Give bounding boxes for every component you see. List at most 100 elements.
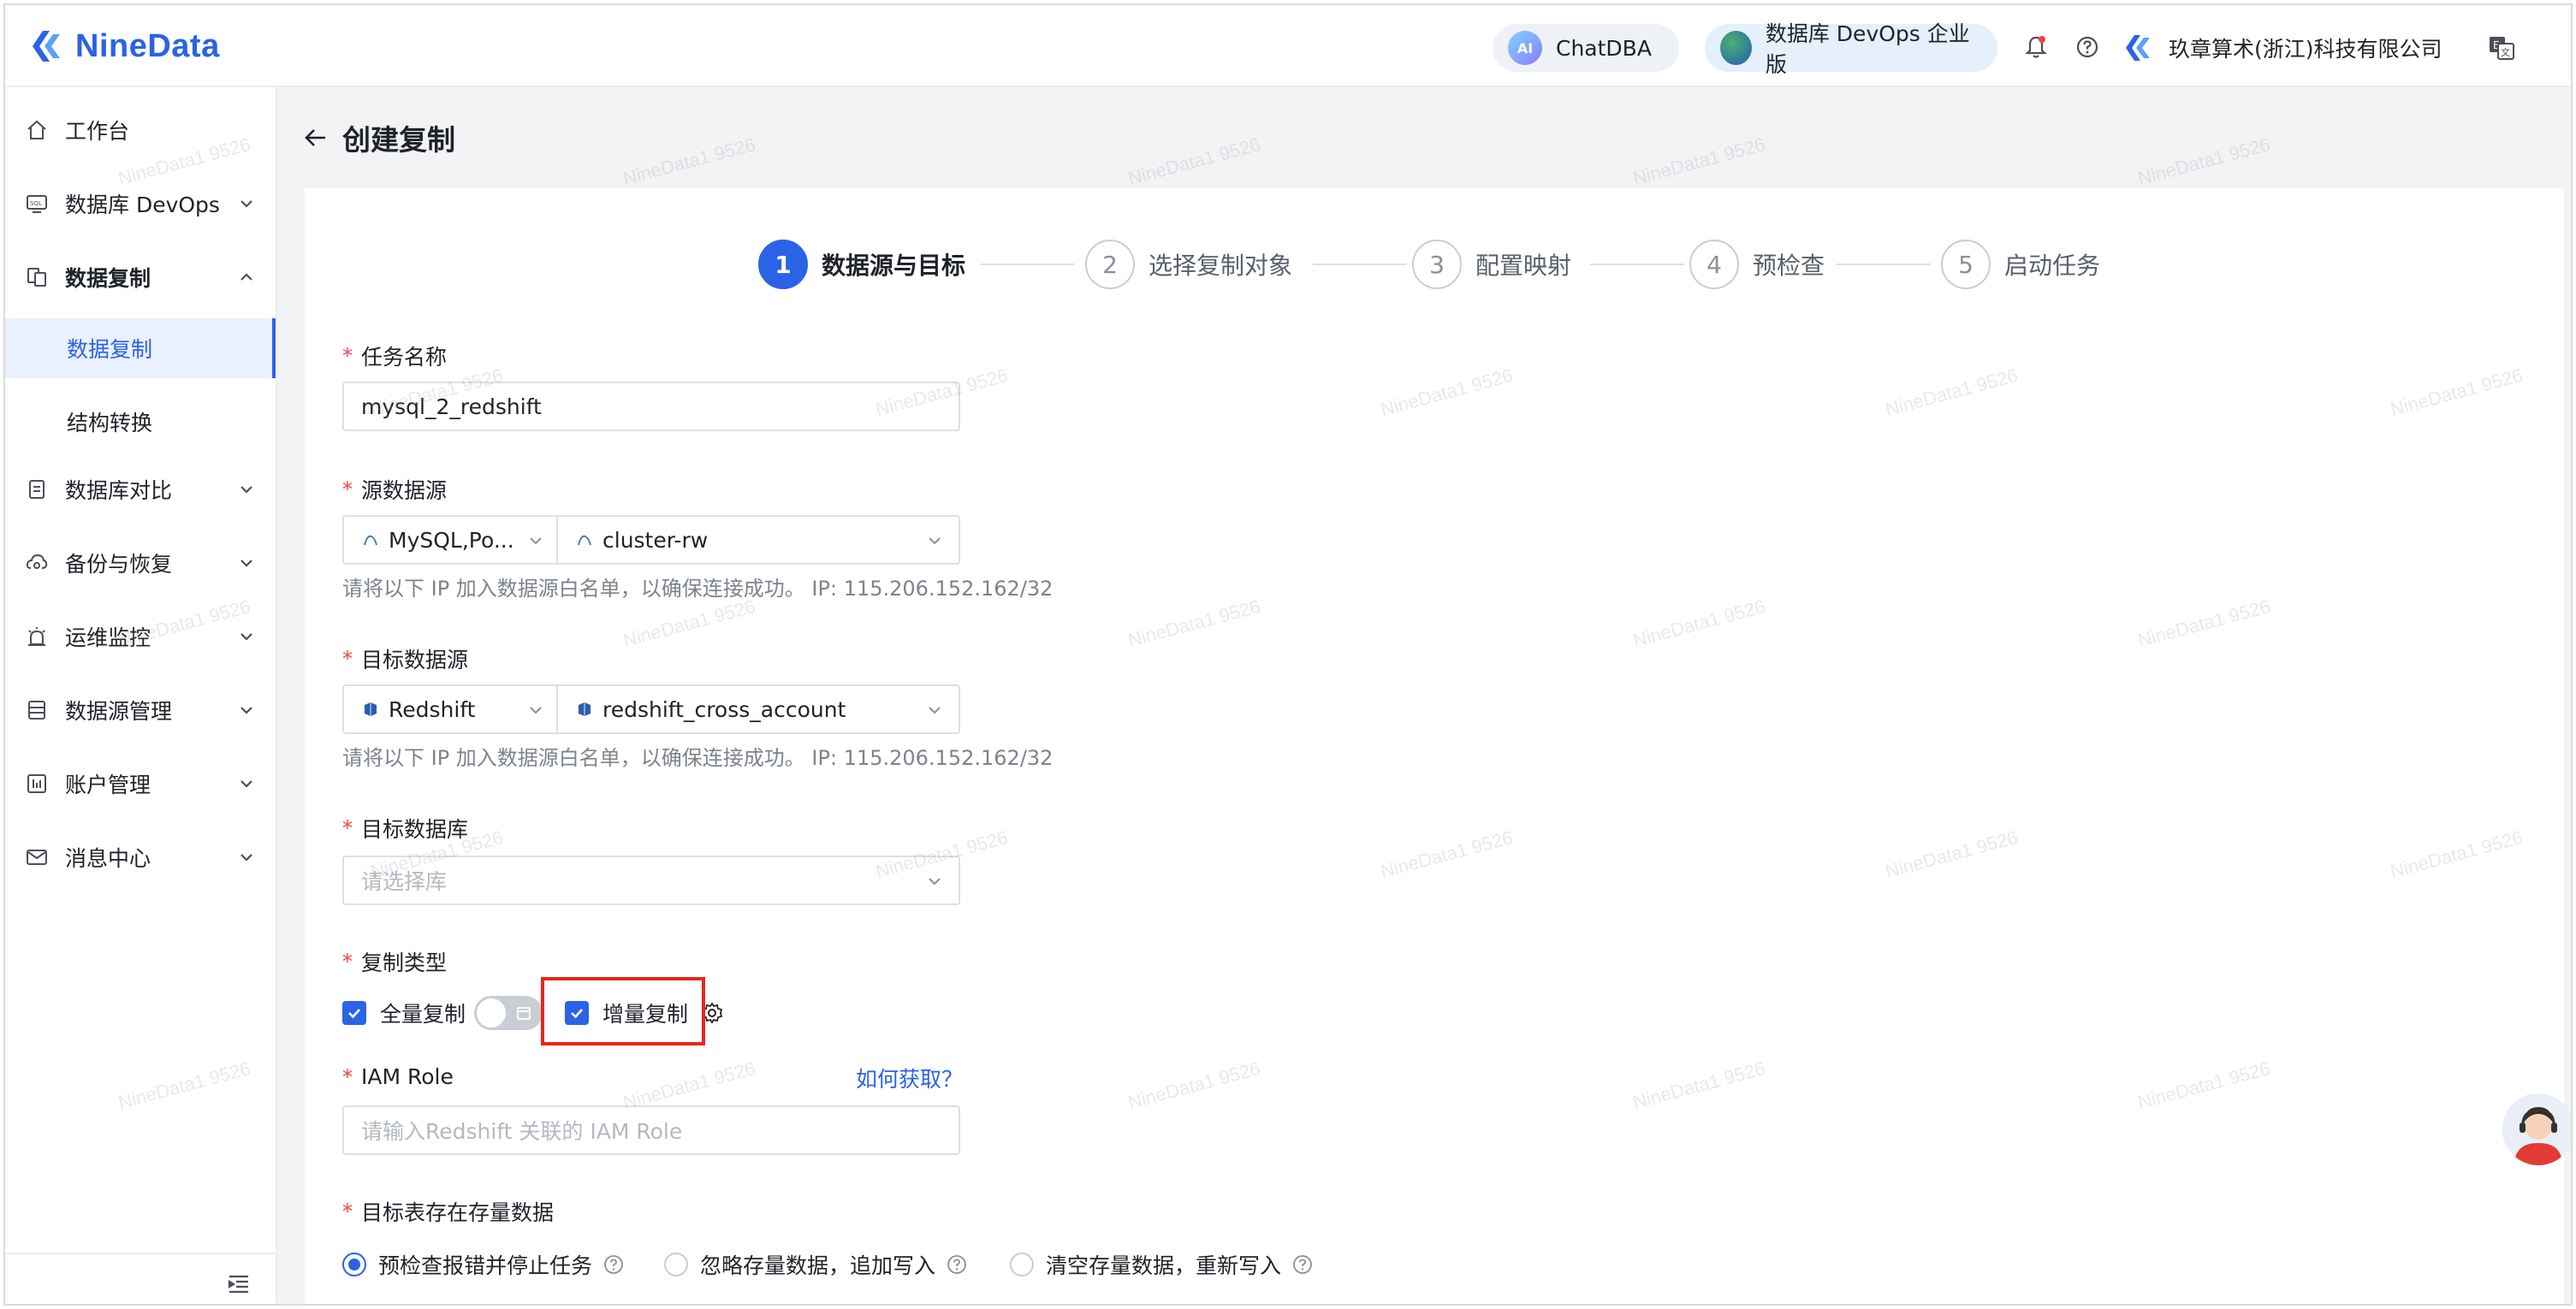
target-db-label: * 目标数据库 [342,813,468,844]
page-title: 创建复制 [301,116,455,159]
translate-icon[interactable]: En文 [2487,33,2516,62]
chevron-down-icon [240,633,252,641]
required-mark: * [342,950,353,974]
radio-button[interactable] [1010,1253,1034,1276]
source-selector: MySQL,Po... cluster-rw [342,515,960,565]
sidebar-item-replication[interactable]: 数据复制 [5,250,276,305]
globe-icon [1720,31,1752,65]
redshift-icon [575,700,594,719]
org-name: 玖章算术(浙江)科技有限公司 [2169,37,2442,62]
chevron-down-icon [240,486,252,494]
devops-edition-button[interactable]: 数据库 DevOps 企业版 [1705,21,1997,77]
sidebar-collapse-icon[interactable] [226,1271,252,1297]
task-name-input[interactable]: mysql_2_redshift [342,382,960,431]
devops-edition-label: 数据库 DevOps 企业版 [1765,21,1970,77]
radio-button[interactable] [664,1253,688,1276]
step-3: 3 配置映射 [1412,238,1571,291]
support-avatar[interactable] [2502,1093,2571,1165]
top-bar: NineData AI ChatDBA 数据库 DevOps 企业版 玖章算术(… [5,5,2571,87]
chevron-down-icon [530,707,542,714]
sidebar-item-backup[interactable]: 备份与恢复 [5,536,276,590]
sidebar-item-devops[interactable]: SQL 数据库 DevOps [5,176,276,231]
chevron-down-icon [240,200,252,208]
radio-button[interactable] [342,1253,366,1276]
sidebar-subitem-schema-convert[interactable]: 结构转换 [5,392,276,452]
sidebar-item-label: 数据库 DevOps [65,192,220,217]
source-type-select[interactable]: MySQL,Po... [344,517,558,563]
iam-role-label: * IAM Role [342,1064,454,1089]
chevron-down-icon [530,537,542,545]
sidebar-item-account[interactable]: 账户管理 [5,756,276,811]
help-icon[interactable] [2073,33,2102,62]
calendar-icon [517,1007,531,1020]
target-db-placeholder: 请选择库 [361,869,448,894]
help-icon[interactable] [602,1253,625,1276]
target-type-value: Redshift [389,696,476,722]
watermark-text: NineData1 9526 [1630,133,1768,190]
watermark-text: NineData1 9526 [1125,133,1263,190]
org-logo-icon [2126,35,2150,61]
step-2: 2 选择复制对象 [1085,238,1292,291]
step-label: 配置映射 [1475,252,1572,280]
step-label: 启动任务 [2004,252,2101,280]
organization-switcher[interactable]: 玖章算术(浙江)科技有限公司 [2122,29,2442,67]
existing-data-label: * 目标表存在存量数据 [342,1196,554,1227]
sidebar-item-datasource[interactable]: 数据源管理 [5,683,276,737]
page-title-text: 创建复制 [342,123,455,157]
chevron-down-icon [929,537,941,545]
target-whitelist-hint: 请将以下 IP 加入数据源白名单，以确保连接成功。 IP: 115.206.15… [342,746,1054,770]
replication-icon [24,264,50,290]
mail-icon [24,844,50,870]
sidebar-divider [5,1253,276,1254]
existing-data-option-clear[interactable]: 清空存量数据，重新写入 [1010,1249,1314,1280]
sidebar-item-monitoring[interactable]: 运维监控 [5,609,276,664]
step-number: 3 [1412,240,1462,289]
switch-knob [477,998,507,1028]
target-selector: Redshift redshift_cross_account [342,684,960,734]
sidebar-item-db-compare[interactable]: 数据库对比 [5,462,276,517]
incremental-copy-highlight-box [541,977,705,1045]
existing-data-option-stop[interactable]: 预检查报错并停止任务 [342,1249,625,1280]
required-mark: * [342,1064,353,1089]
sidebar-subitem-replication[interactable]: 数据复制 [5,318,276,378]
existing-data-option-append[interactable]: 忽略存量数据，追加写入 [664,1249,968,1280]
sidebar-item-label: 运维监控 [65,625,151,650]
help-icon[interactable] [1291,1253,1314,1276]
target-instance-select[interactable]: redshift_cross_account [558,686,959,732]
source-label-text: 源数据源 [361,478,448,503]
target-db-select[interactable]: 请选择库 [342,856,960,905]
sidebar-item-workbench[interactable]: 工作台 [5,103,276,157]
how-to-get-link[interactable]: 如何获取？ [856,1063,963,1093]
iam-role-input[interactable]: 请输入Redshift 关联的 IAM Role [342,1105,960,1155]
svg-text:文: 文 [2501,46,2510,58]
back-arrow-icon[interactable] [301,123,330,152]
ninedata-logo-icon [33,31,60,62]
sidebar-subitem-label: 数据复制 [67,337,153,362]
backup-icon [24,550,50,576]
help-icon[interactable] [946,1253,968,1276]
task-name-label: * 任务名称 [342,341,447,371]
watermark-text: NineData1 9526 [620,133,758,190]
step-number: 5 [1941,240,1991,289]
brand-logo[interactable]: NineData [27,24,220,68]
sidebar-item-messages[interactable]: 消息中心 [5,830,276,885]
chevron-up-icon [240,273,252,281]
source-instance-select[interactable]: cluster-rw [558,517,959,563]
bell-icon[interactable] [2021,33,2051,62]
target-type-select[interactable]: Redshift [344,686,558,732]
chatdba-button[interactable]: AI ChatDBA [1493,24,1679,72]
task-name-label-text: 任务名称 [361,345,448,370]
step-connector [1590,264,1684,265]
step-4: 4 预检查 [1689,238,1825,291]
sidebar-item-label: 工作台 [65,119,130,144]
full-copy-checkbox[interactable] [342,1001,366,1025]
step-label: 选择复制对象 [1149,252,1293,280]
source-type-value: MySQL,Po... [389,527,514,553]
required-mark: * [342,647,353,671]
copy-type-label-text: 复制类型 [361,951,448,975]
mysql-icon [361,530,380,549]
full-copy-switch[interactable] [474,996,543,1030]
existing-data-label-text: 目标表存在存量数据 [361,1200,555,1225]
step-connector [981,264,1075,265]
sidebar: 工作台 SQL 数据库 DevOps 数据复制 数据复制 结构转换 数据库对比 … [5,87,277,1304]
